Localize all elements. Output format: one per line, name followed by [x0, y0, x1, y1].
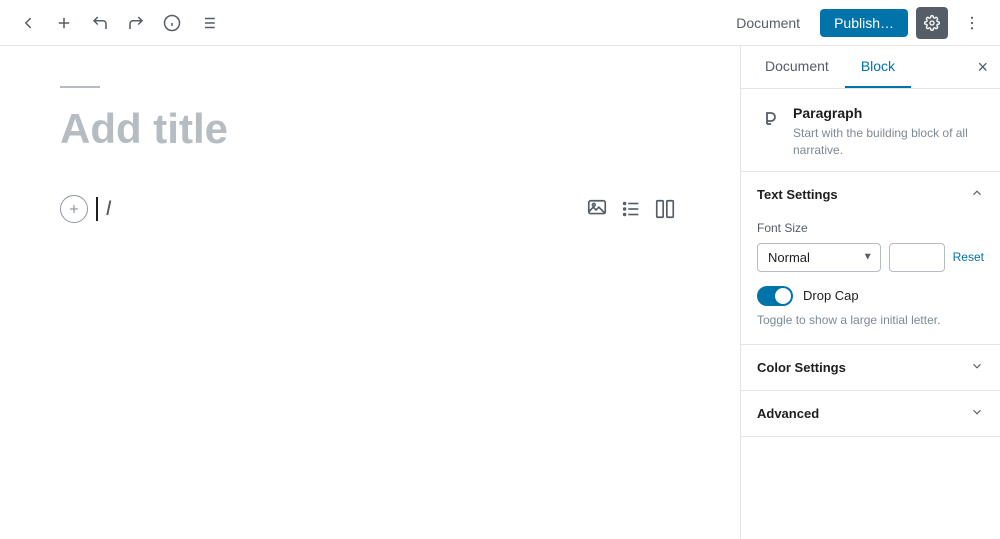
title-divider [60, 86, 100, 88]
tab-document[interactable]: Document [749, 46, 845, 88]
back-icon [19, 14, 37, 32]
drop-cap-desc: Toggle to show a large initial letter. [757, 312, 984, 329]
image-icon [586, 198, 608, 220]
list-view-button[interactable] [192, 7, 224, 39]
font-size-row: Normal Small Medium Large Huge ▼ Reset [757, 243, 984, 272]
undo-icon [91, 14, 109, 32]
block-name: Paragraph [793, 105, 984, 121]
block-info: Paragraph Start with the building block … [741, 89, 1000, 172]
reset-font-size-button[interactable]: Reset [953, 250, 984, 264]
toolbar-left [12, 7, 224, 39]
font-size-custom-input[interactable] [889, 243, 945, 272]
text-settings-header[interactable]: Text Settings [741, 172, 1000, 217]
editor-area[interactable]: Add title 𝐼 [0, 46, 740, 539]
panel-tabs-group: Document Block [749, 46, 911, 88]
chevron-down-icon [970, 359, 984, 376]
redo-icon [127, 14, 145, 32]
redo-button[interactable] [120, 7, 152, 39]
toggle-thumb [775, 288, 791, 304]
plus-circle-icon [67, 202, 81, 216]
block-toolbar [582, 194, 680, 224]
font-size-label: Font Size [757, 221, 984, 235]
chevron-down-icon-advanced [970, 405, 984, 422]
text-settings-content: Font Size Normal Small Medium Large Huge… [741, 217, 1000, 345]
panel-tabs: Document Block × [741, 46, 1000, 89]
color-settings-header[interactable]: Color Settings [741, 345, 1000, 390]
columns-block-tool[interactable] [650, 194, 680, 224]
drop-cap-toggle[interactable] [757, 286, 793, 306]
list-block-icon [620, 198, 642, 220]
editor-content: Add title 𝐼 [60, 86, 680, 499]
info-icon [163, 14, 181, 32]
preview-button[interactable]: Document [724, 9, 812, 37]
ellipsis-icon [963, 14, 981, 32]
cursor-text-icon: 𝐼 [106, 198, 112, 221]
paragraph-icon [757, 107, 781, 137]
drop-cap-row: Drop Cap [757, 286, 984, 306]
advanced-title: Advanced [757, 406, 819, 421]
undo-button[interactable] [84, 7, 116, 39]
text-settings-section: Text Settings Font Size Normal Small Med… [741, 172, 1000, 346]
image-block-tool[interactable] [582, 194, 612, 224]
tab-block[interactable]: Block [845, 46, 911, 88]
plus-icon [55, 14, 73, 32]
main-layout: Add title 𝐼 [0, 46, 1000, 539]
right-panel: Document Block × Paragraph Start with th… [740, 46, 1000, 539]
info-button[interactable] [156, 7, 188, 39]
advanced-section: Advanced [741, 391, 1000, 437]
advanced-header[interactable]: Advanced [741, 391, 1000, 436]
block-desc: Start with the building block of all nar… [793, 125, 984, 159]
gear-icon [924, 15, 940, 31]
editor-cursor-line[interactable]: 𝐼 [96, 197, 574, 221]
more-options-button[interactable] [956, 7, 988, 39]
color-settings-title: Color Settings [757, 360, 846, 375]
close-panel-button[interactable]: × [973, 54, 992, 80]
add-block-button[interactable] [60, 195, 88, 223]
list-block-tool[interactable] [616, 194, 646, 224]
columns-icon [654, 198, 676, 220]
text-settings-title: Text Settings [757, 187, 838, 202]
block-info-text: Paragraph Start with the building block … [793, 105, 984, 159]
list-icon [199, 14, 217, 32]
publish-button[interactable]: Publish… [820, 9, 908, 37]
settings-button[interactable] [916, 7, 948, 39]
editor-block-row: 𝐼 [60, 194, 680, 224]
add-block-toolbar-button[interactable] [48, 7, 80, 39]
chevron-up-icon [970, 186, 984, 203]
toolbar: Document Publish… [0, 0, 1000, 46]
font-size-select-wrap: Normal Small Medium Large Huge ▼ [757, 243, 881, 272]
font-size-select[interactable]: Normal Small Medium Large Huge [757, 243, 881, 272]
color-settings-section: Color Settings [741, 345, 1000, 391]
cursor-bar [96, 197, 98, 221]
drop-cap-label: Drop Cap [803, 288, 859, 303]
back-button[interactable] [12, 7, 44, 39]
toolbar-right: Document Publish… [724, 7, 988, 39]
add-title-placeholder[interactable]: Add title [60, 104, 680, 154]
